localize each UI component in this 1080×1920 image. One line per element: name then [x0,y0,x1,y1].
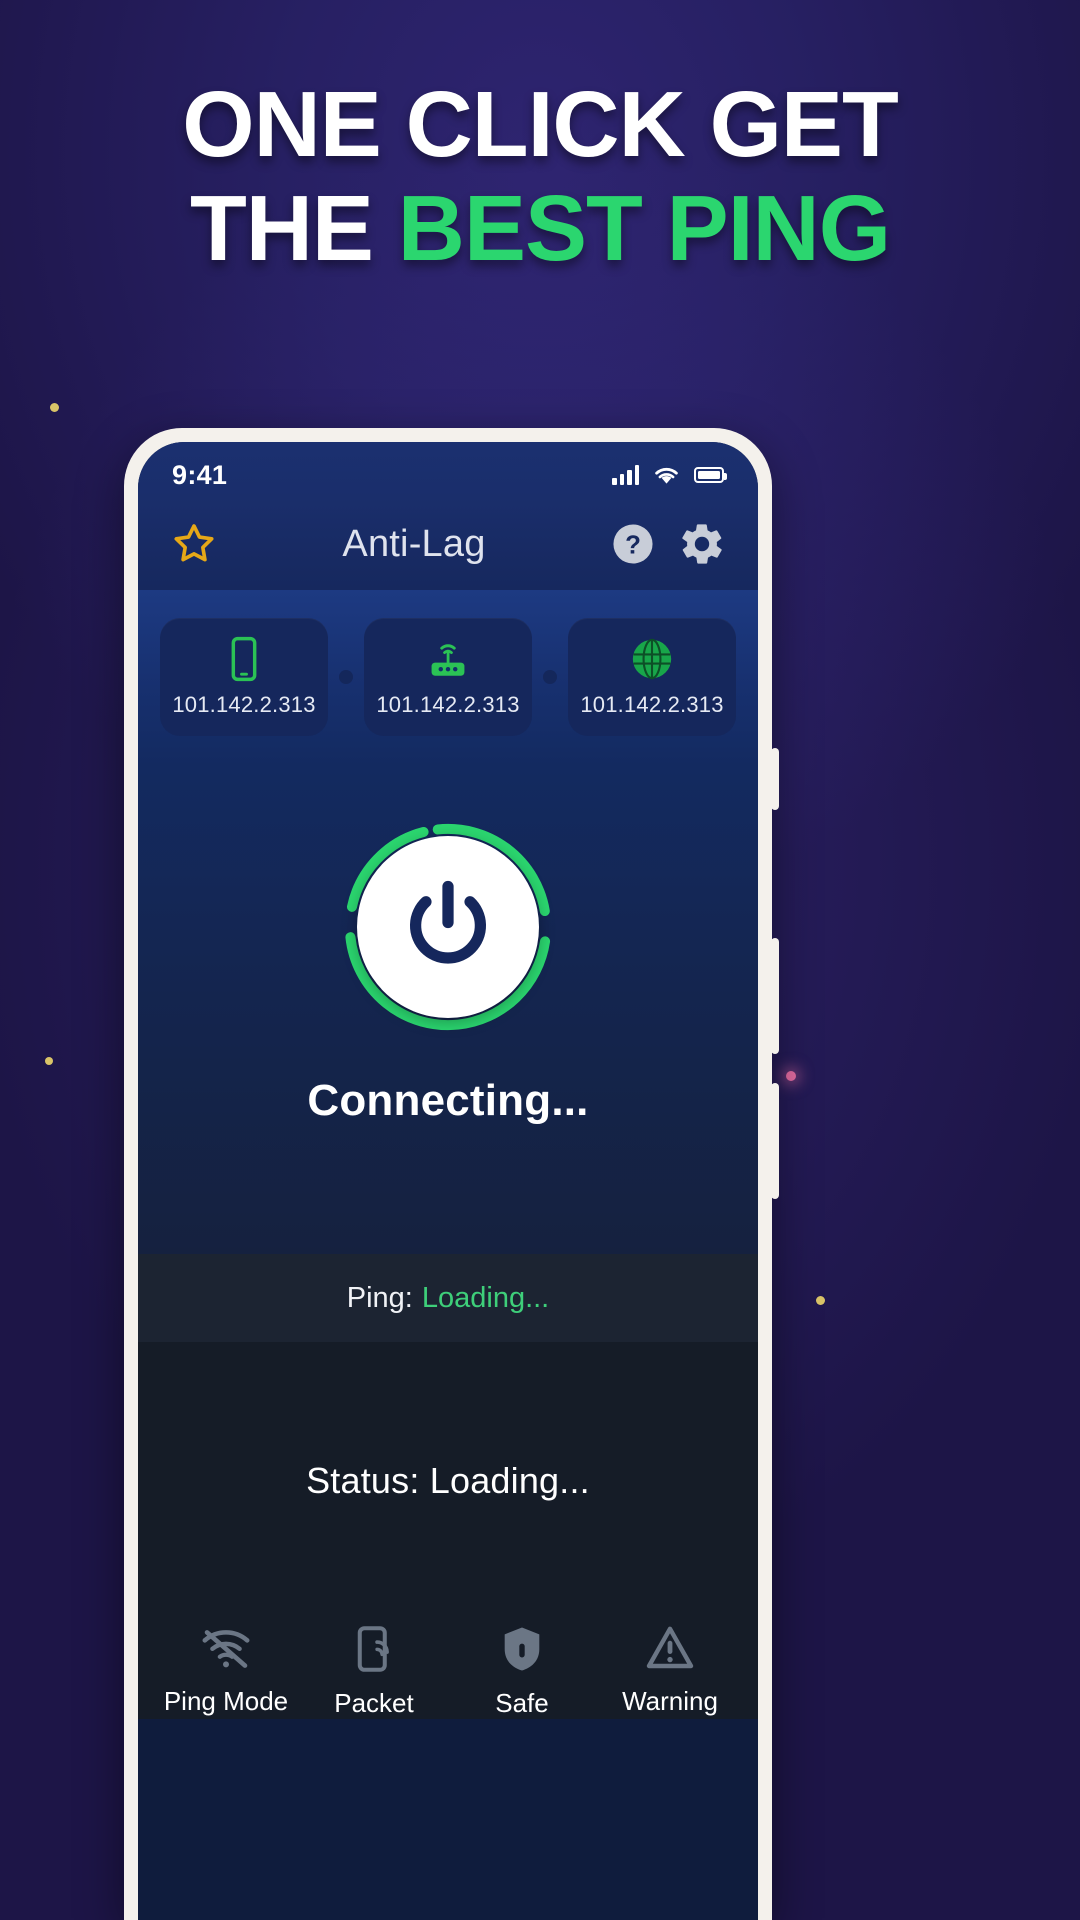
power-button[interactable] [339,818,557,1036]
headline-line-1: ONE CLICK GET [182,72,899,176]
chip-ip-label: 101.142.2.313 [172,692,316,717]
nav-item-ping-mode[interactable]: Ping Mode [152,1624,300,1717]
phone-volume-down-button [771,1083,779,1199]
svg-text:?: ? [625,532,641,560]
app-header-actions: ? [610,520,726,568]
nav-item-warning[interactable]: Warning [596,1624,744,1717]
phone-mute-switch [771,748,779,810]
nav-label: Safe [495,1688,549,1718]
promo-headline: ONE CLICK GET THE BEST PING [0,72,1080,280]
chip-device[interactable]: 101.142.2.313 [160,618,328,736]
chip-ip-label: 101.142.2.313 [580,692,724,717]
status-text: Status: Loading... [306,1460,590,1501]
headline-line-2: THE BEST PING [0,176,1080,280]
chip-server[interactable]: 101.142.2.313 [568,618,736,736]
connection-panel: Connecting... [138,766,758,1254]
power-button-core [357,836,539,1018]
status-bar-icons [612,465,727,485]
phone-mockup: 9:41 Anti-Lag ? 101.142.2.313 101.142.2.… [124,428,779,1920]
star-icon[interactable] [170,521,218,567]
globe-icon [629,636,675,682]
power-icon [410,880,486,964]
nav-item-safe[interactable]: Safe [448,1624,596,1719]
headline-the: THE [189,176,398,281]
bottom-nav: Ping Mode Packet Safe Warning [138,1572,758,1719]
ping-value: Loading... [421,1281,550,1314]
status-bar: 9:41 [138,442,758,498]
app-header: Anti-Lag ? [138,498,758,590]
router-icon [424,636,472,682]
nav-label: Packet [334,1688,414,1718]
headline-best-ping: BEST PING [397,176,891,281]
chip-separator-dot [339,670,353,684]
decor-dot [45,1057,53,1065]
chip-router[interactable]: 101.142.2.313 [364,618,532,736]
nav-item-packet[interactable]: Packet [300,1624,448,1719]
status-bar-time: 9:41 [172,459,228,490]
connection-state-label: Connecting... [307,1076,589,1125]
signal-icon [612,465,639,485]
chip-separator-dot [543,670,557,684]
help-icon[interactable]: ? [610,521,656,567]
decor-dot [786,1071,796,1081]
wifi-icon [653,465,680,485]
page-title: Anti-Lag [342,522,486,565]
shield-icon [498,1624,546,1674]
chip-ip-label: 101.142.2.313 [376,692,520,717]
warning-icon [645,1624,695,1672]
battery-icon [694,467,727,483]
wifi-off-icon [198,1624,254,1672]
decor-dot [816,1296,825,1305]
connection-chips: 101.142.2.313 101.142.2.313 101.142.2.31… [138,590,758,766]
nav-label: Warning [622,1686,718,1716]
status-zone: Status: Loading... Ping Mode Packet Safe… [138,1342,758,1719]
gear-icon[interactable] [678,520,726,568]
ping-label: Ping: [346,1281,413,1314]
packet-icon [350,1624,398,1674]
decor-dot [50,403,59,412]
nav-label: Ping Mode [163,1686,289,1716]
phone-volume-up-button [771,938,779,1054]
phone-screen: 9:41 Anti-Lag ? 101.142.2.313 101.142.2.… [138,442,758,1920]
ping-bar: Ping: Loading... [138,1254,758,1342]
mobile-phone-icon [224,636,264,682]
